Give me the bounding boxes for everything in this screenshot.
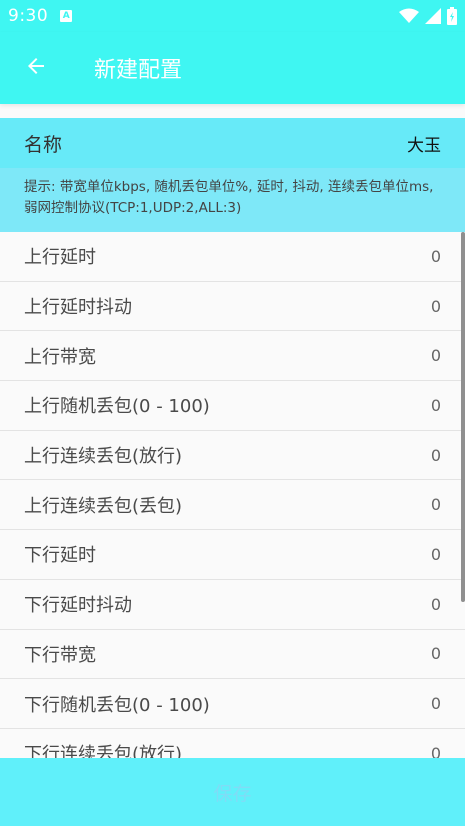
save-label: 保存 [213,782,252,805]
setting-row-up-burst-drop[interactable]: 上行连续丢包(丢包) 0 [0,480,465,531]
setting-row-down-bandwidth[interactable]: 下行带宽 0 [0,630,465,680]
setting-row-down-jitter[interactable]: 下行延时抖动 0 [0,580,465,630]
status-icons [399,7,457,25]
setting-label: 下行延时抖动 [24,595,132,617]
app-bar: 新建配置 [0,32,465,104]
setting-value: 0 [430,644,441,664]
setting-label: 下行带宽 [24,644,96,666]
name-field[interactable]: 名称 大玉 [0,118,465,168]
battery-icon [447,7,457,25]
setting-value: 0 [430,395,441,415]
page-title: 新建配置 [94,58,183,83]
setting-row-down-random-loss[interactable]: 下行随机丢包(0 - 100) 0 [0,679,465,729]
setting-label: 上行延时抖动 [24,297,132,319]
hint-text: 提示: 带宽单位kbps, 随机丢包单位%, 延时, 抖动, 连续丢包单位ms,… [0,168,465,232]
setting-value: 0 [430,594,441,614]
status-bar: 9:30 A [0,0,465,32]
setting-value: 0 [430,743,441,758]
wifi-icon [399,8,419,24]
setting-value: 0 [430,694,441,714]
setting-label: 下行连续丢包(放行) [24,744,183,758]
setting-row-up-delay[interactable]: 上行延时 0 [0,232,465,282]
setting-value: 0 [430,246,441,266]
setting-label: 下行随机丢包(0 - 100) [24,694,210,716]
setting-row-down-burst-pass[interactable]: 下行连续丢包(放行) 0 [0,729,465,758]
setting-label: 上行连续丢包(丢包) [24,495,183,517]
signal-icon [425,8,441,24]
settings-list[interactable]: 上行延时 0 上行延时抖动 0 上行带宽 0 上行随机丢包(0 - 100) 0… [0,232,465,758]
setting-label: 上行随机丢包(0 - 100) [24,396,210,418]
setting-value: 0 [430,296,441,316]
setting-label: 上行延时 [24,247,96,269]
setting-row-up-burst-pass[interactable]: 上行连续丢包(放行) 0 [0,431,465,481]
save-button[interactable]: 保存 [0,758,465,826]
back-button[interactable] [0,32,72,104]
sim-card-icon: A [60,10,73,22]
setting-label: 上行连续丢包(放行) [24,446,183,468]
status-time: 9:30 [8,6,49,26]
arrow-left-icon [24,54,48,82]
list-scrollbar[interactable] [461,232,465,602]
setting-value: 0 [430,346,441,366]
setting-row-up-jitter[interactable]: 上行延时抖动 0 [0,282,465,332]
name-value[interactable]: 大玉 [407,131,441,156]
setting-label: 下行延时 [24,545,96,567]
setting-row-up-random-loss[interactable]: 上行随机丢包(0 - 100) 0 [0,381,465,431]
setting-label: 上行带宽 [24,346,96,368]
setting-value: 0 [430,495,441,515]
setting-row-down-delay[interactable]: 下行延时 0 [0,530,465,580]
setting-value: 0 [430,445,441,465]
name-label: 名称 [24,133,63,156]
setting-value: 0 [430,544,441,564]
setting-row-up-bandwidth[interactable]: 上行带宽 0 [0,331,465,382]
